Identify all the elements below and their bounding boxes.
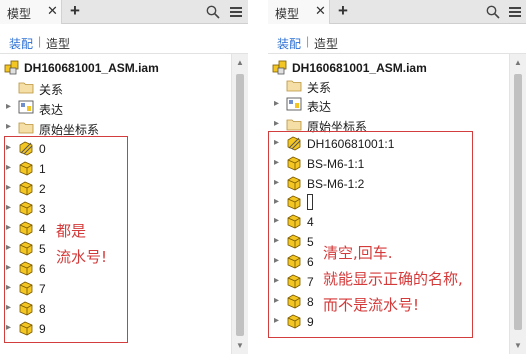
tree-folder-label: 关系 [39, 83, 64, 97]
annotation-line: 都是 [56, 222, 87, 240]
menu-icon[interactable] [508, 5, 522, 19]
vertical-scrollbar[interactable]: ▲ ▼ [231, 54, 248, 354]
modeling-mode-button[interactable]: 造型 [46, 35, 70, 52]
annotation-line: 就能显示正确的名称, [323, 270, 463, 288]
search-icon[interactable] [486, 5, 500, 19]
tab-model-label: 模型 [275, 7, 300, 21]
mode-separator: | [306, 34, 310, 48]
expand-arrow-icon[interactable]: ▸ [274, 118, 284, 130]
folder-icon [18, 122, 34, 134]
expand-arrow-icon[interactable]: ▸ [274, 98, 284, 110]
annotation-line: 流水号! [56, 248, 108, 266]
menu-icon[interactable] [229, 5, 243, 19]
expand-arrow-icon[interactable]: ▸ [6, 101, 16, 113]
tree-folder-label: 关系 [307, 81, 332, 95]
annotation-line: 清空,回车. [323, 244, 393, 262]
scroll-up-arrow-icon[interactable]: ▲ [236, 58, 244, 67]
representations-icon [286, 97, 302, 111]
tree-root-label: DH160681001_ASM.iam [292, 61, 427, 75]
search-icon[interactable] [206, 5, 220, 19]
mode-bar: 装配 | 造型 [268, 24, 526, 54]
mode-bar: 装配 | 造型 [0, 24, 248, 54]
tab-model[interactable]: 模型 ✕ [268, 0, 330, 24]
expand-arrow-icon[interactable]: ▸ [6, 121, 16, 133]
annotation-line: 而不是流水号! [323, 296, 420, 314]
annotation-text: 清空,回车. 就能显示正确的名称, 而不是流水号! [323, 240, 463, 318]
tree-folder-label: 表达 [39, 103, 64, 117]
assembly-icon [4, 60, 19, 75]
add-tab-icon[interactable]: + [70, 1, 80, 21]
annotation-text: 都是 流水号! [56, 218, 107, 270]
folder-icon [286, 119, 302, 131]
mode-separator: | [38, 34, 42, 48]
tree-folder-label: 表达 [307, 100, 332, 114]
add-tab-icon[interactable]: + [338, 1, 348, 21]
close-icon[interactable]: ✕ [47, 3, 58, 19]
assembly-mode-button[interactable]: 装配 [9, 35, 33, 52]
representations-icon [18, 100, 34, 114]
scroll-thumb[interactable] [236, 74, 244, 336]
tab-model[interactable]: 模型 ✕ [0, 0, 62, 24]
scroll-thumb[interactable] [514, 74, 522, 330]
assembly-mode-button[interactable]: 装配 [277, 35, 301, 52]
assembly-icon [272, 60, 287, 75]
close-icon[interactable]: ✕ [315, 3, 326, 19]
scroll-up-arrow-icon[interactable]: ▲ [514, 58, 522, 67]
scroll-down-arrow-icon[interactable]: ▼ [514, 341, 522, 350]
folder-icon [286, 80, 302, 92]
tab-model-label: 模型 [7, 7, 32, 21]
tree-root-label: DH160681001_ASM.iam [24, 61, 159, 75]
scroll-down-arrow-icon[interactable]: ▼ [236, 341, 244, 350]
folder-icon [18, 82, 34, 94]
tab-bar: 模型 ✕ + [0, 0, 248, 24]
vertical-scrollbar[interactable]: ▲ ▼ [509, 54, 526, 354]
tab-bar: 模型 ✕ + [268, 0, 526, 24]
modeling-mode-button[interactable]: 造型 [314, 35, 338, 52]
